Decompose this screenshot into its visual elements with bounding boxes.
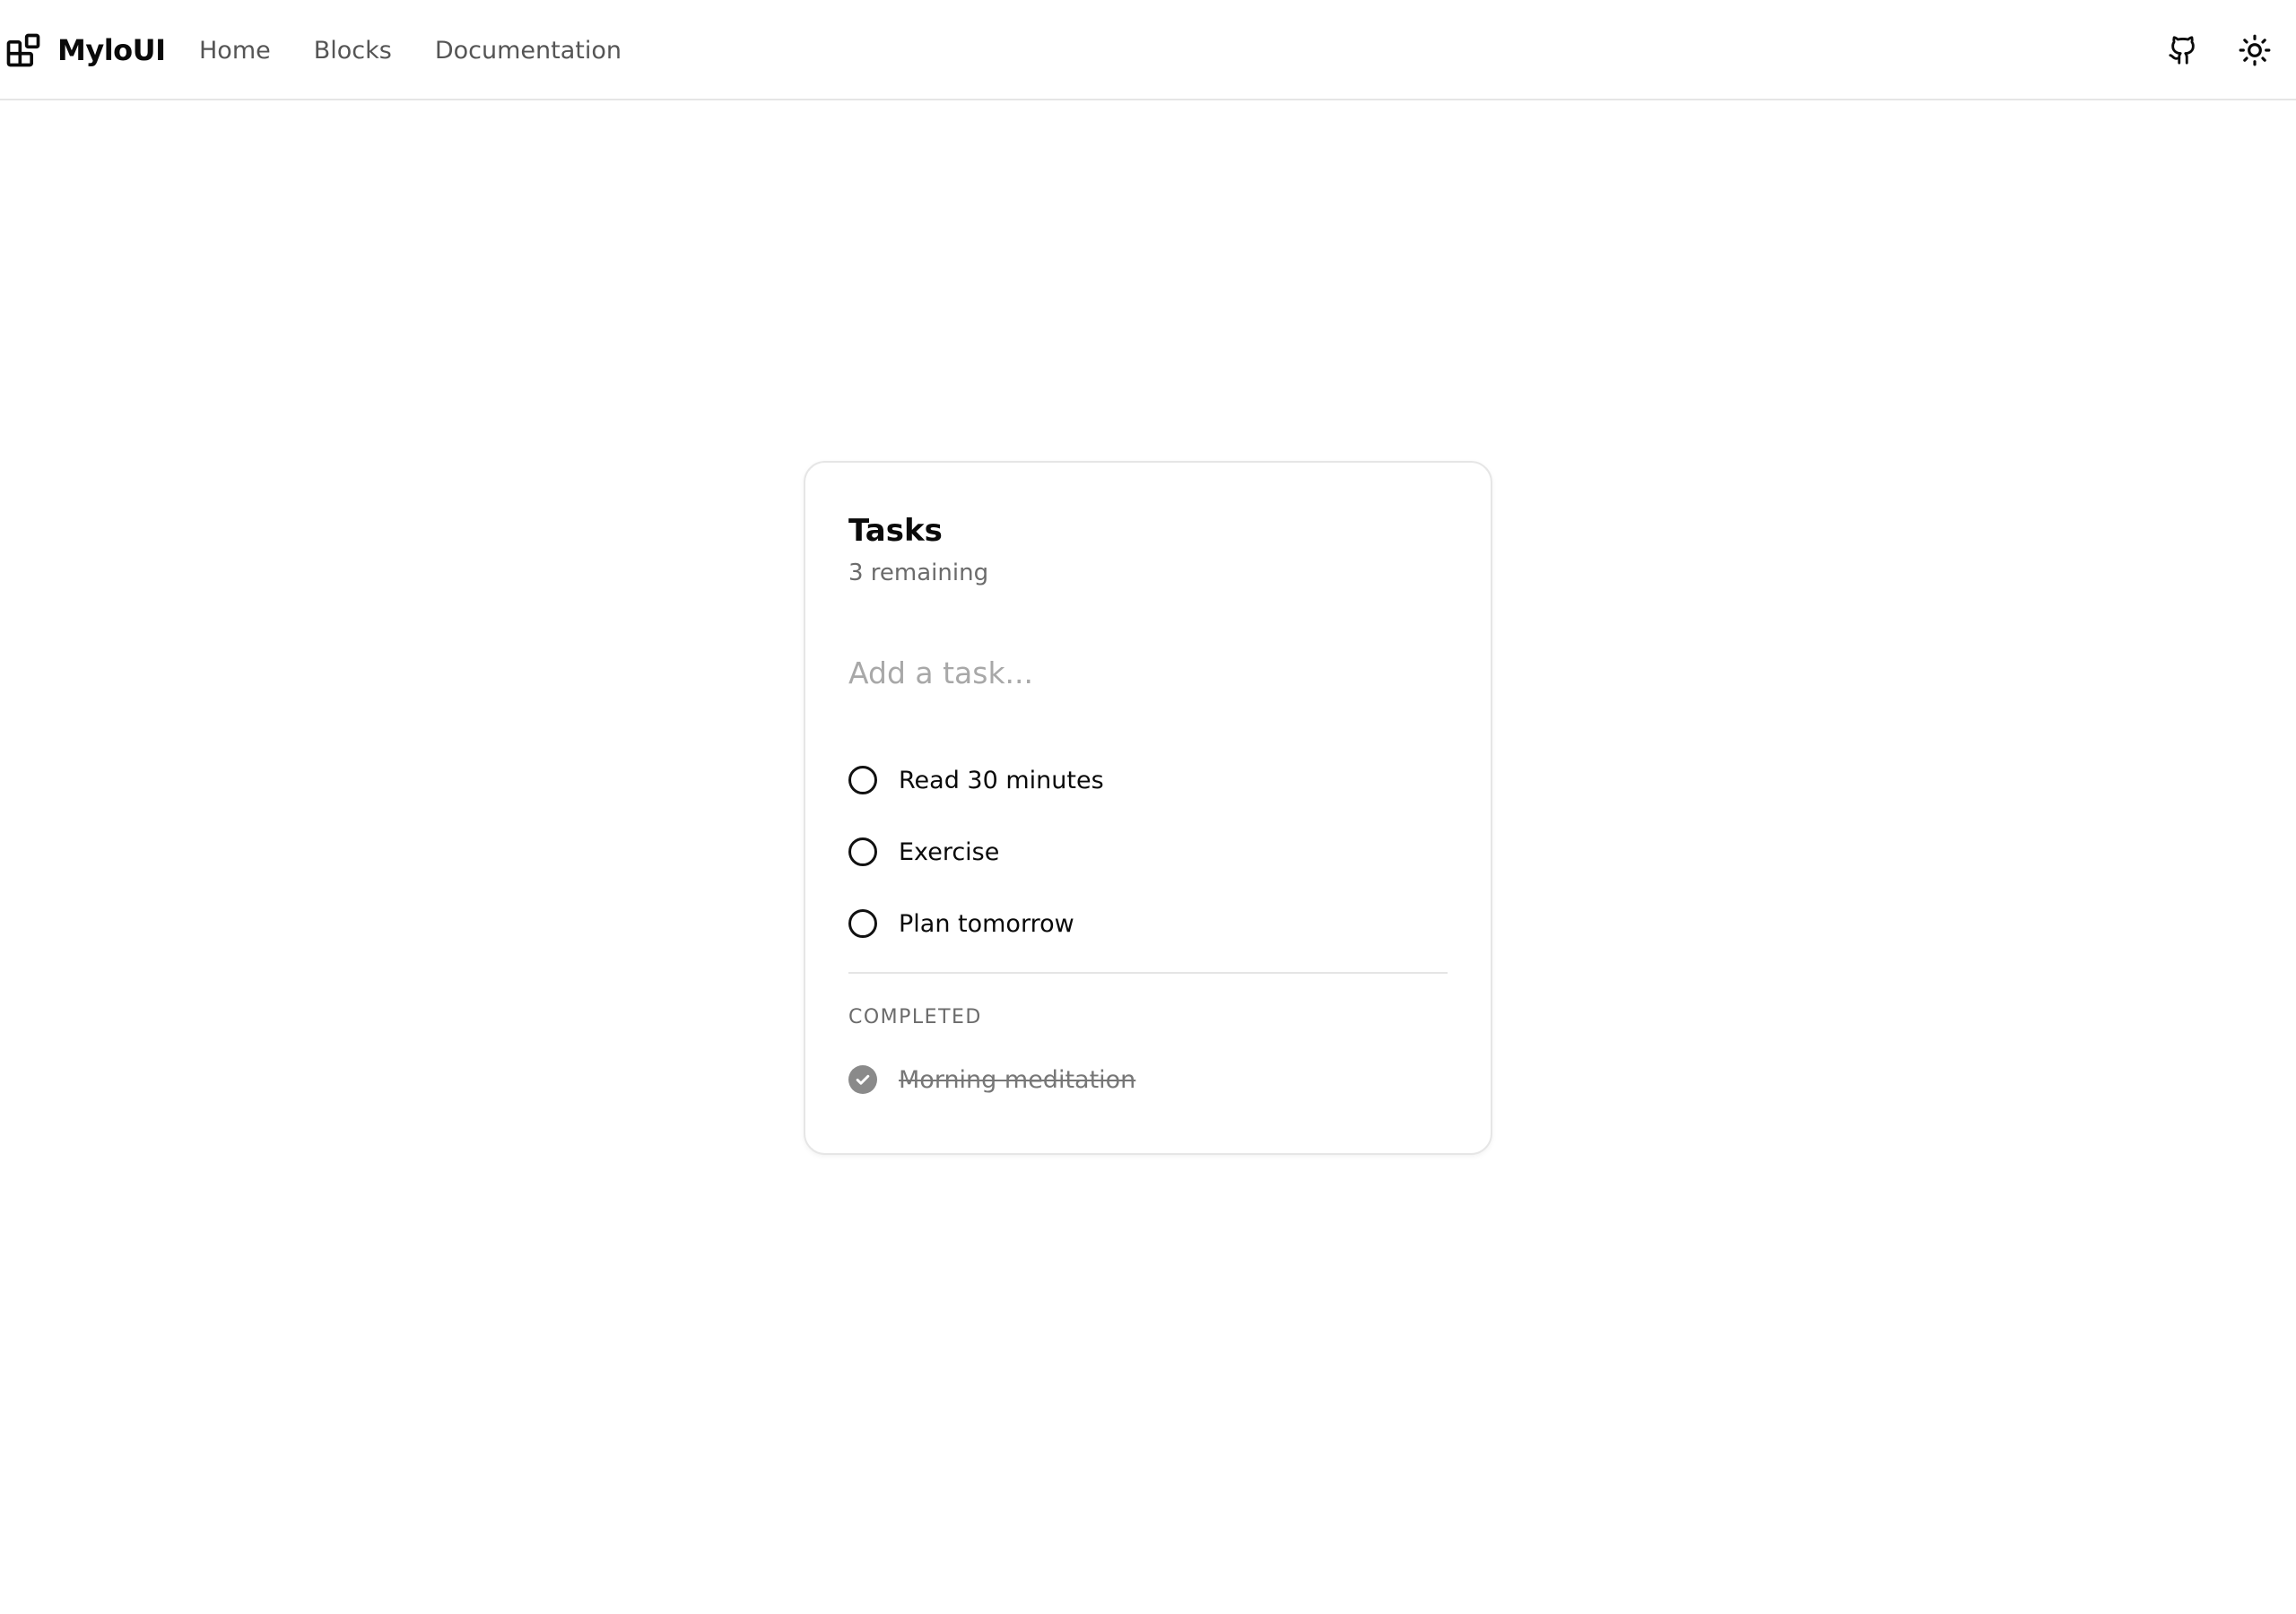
task-item[interactable]: Exercise	[848, 816, 1448, 888]
github-icon	[2169, 36, 2195, 65]
add-task-input[interactable]	[848, 647, 1448, 698]
brand-name: MyloUI	[57, 33, 166, 67]
nav-blocks-link[interactable]: Blocks	[314, 37, 392, 65]
task-checkbox[interactable]	[848, 766, 877, 794]
sun-icon	[2239, 34, 2271, 66]
completed-checkbox[interactable]	[848, 1065, 877, 1094]
theme-toggle-button[interactable]	[2230, 25, 2280, 75]
card-title: Tasks	[848, 513, 943, 549]
task-checkbox[interactable]	[848, 837, 877, 866]
nav-documentation-link[interactable]: Documentation	[435, 37, 622, 65]
remaining-count: 3 remaining	[848, 560, 989, 586]
tasks-card: Tasks 3 remaining Read 30 minutes Exerci…	[804, 461, 1492, 1155]
open-task-list: Read 30 minutes Exercise Plan tomorrow	[848, 744, 1448, 959]
task-item[interactable]: Read 30 minutes	[848, 744, 1448, 816]
header-actions	[2158, 0, 2296, 100]
completed-task-item[interactable]: Morning meditation	[848, 1054, 1448, 1105]
section-divider	[848, 972, 1448, 974]
completed-task-list: Morning meditation	[848, 1054, 1448, 1105]
main-nav: Home Blocks Documentation	[199, 0, 665, 100]
github-button[interactable]	[2158, 25, 2208, 75]
completed-task-label: Morning meditation	[899, 1065, 1136, 1094]
nav-home-link[interactable]: Home	[199, 37, 271, 65]
completed-section-label: COMPLETED	[848, 1006, 982, 1028]
top-navbar: MyloUI Home Blocks Documentation	[0, 0, 2296, 100]
task-item[interactable]: Plan tomorrow	[848, 888, 1448, 959]
task-label: Read 30 minutes	[899, 766, 1104, 794]
brand[interactable]: MyloUI	[0, 0, 166, 100]
task-label: Plan tomorrow	[899, 909, 1074, 938]
blocks-logo-icon	[2, 29, 45, 72]
check-icon	[856, 1074, 870, 1085]
task-label: Exercise	[899, 837, 1000, 866]
task-checkbox[interactable]	[848, 909, 877, 938]
